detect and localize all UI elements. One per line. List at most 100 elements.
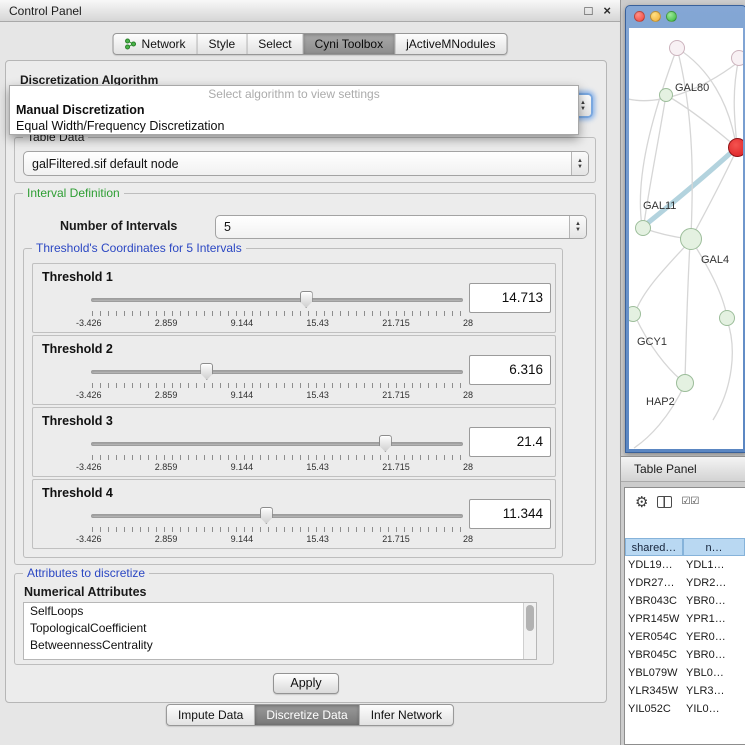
tab-network[interactable]: Network [114,34,198,54]
slider-ticks [92,527,462,532]
close-icon[interactable]: × [603,4,611,17]
table-row[interactable]: YBL079WYBL0… [625,664,745,682]
threshold-4-value-field[interactable]: 11.344 [469,499,551,529]
threshold-4-panel: Threshold 4 -3.4262.8599.14415.4321.7152… [32,479,556,549]
column-header-name[interactable]: n… [683,538,745,556]
slider-thumb[interactable] [260,507,273,524]
slider-scale: -3.4262.8599.14415.4321.71528 [76,390,473,400]
node-label-gcy1: GCY1 [637,336,667,348]
numerical-attributes-list: SelfLoops TopologicalCoefficient Between… [23,602,537,660]
table-row[interactable]: YDR27…YDR2… [625,574,745,592]
network-view-window: GAL80 GAL11 GAL4 GCY1 HAP2 [625,5,745,453]
slider-track[interactable] [91,298,463,302]
network-node[interactable] [719,310,735,326]
slider-scale: -3.4262.8599.14415.4321.71528 [76,534,473,544]
zoom-traffic-light-icon[interactable] [666,11,677,22]
interval-definition-title: Interval Definition [23,186,124,200]
float-window-icon[interactable]: □ [585,4,593,17]
columns-icon[interactable] [657,496,672,508]
threshold-2-slider[interactable]: -3.4262.8599.14415.4321.71528 [91,362,463,402]
list-item[interactable]: TopologicalCoefficient [24,620,536,637]
dropdown-option-equal-width-frequency[interactable]: Equal Width/Frequency Discretization [10,118,578,134]
tab-select[interactable]: Select [247,34,303,54]
slider-ticks [92,383,462,388]
threshold-3-value-field[interactable]: 21.4 [469,427,551,457]
tab-jactivemnodules[interactable]: jActiveMNodules [395,34,506,54]
network-node[interactable] [669,40,685,56]
select-columns-icon[interactable]: ☑☑ [681,497,699,507]
threshold-1-value-field[interactable]: 14.713 [469,283,551,313]
threshold-2-value-field[interactable]: 6.316 [469,355,551,385]
list-item[interactable]: SelfLoops [24,603,536,620]
network-node-gal4[interactable] [680,228,702,250]
right-dock: GAL80 GAL11 GAL4 GCY1 HAP2 Table Panel ⚙… [620,0,745,745]
threshold-3-panel: Threshold 3 -3.4262.8599.14415.4321.7152… [32,407,556,477]
thresholds-group-title: Threshold's Coordinates for 5 Intervals [32,241,246,255]
tab-style[interactable]: Style [198,34,248,54]
tab-infer-network[interactable]: Infer Network [360,705,453,725]
network-node-selected[interactable] [728,138,743,157]
combo-stepper-icon[interactable]: ▲▼ [571,152,588,175]
table-header-row: shared… n… [625,538,745,556]
number-of-intervals-label: Number of Intervals [60,219,177,233]
slider-thumb[interactable] [379,435,392,452]
node-label-hap2: HAP2 [646,396,675,408]
slider-track[interactable] [91,370,463,374]
slider-thumb[interactable] [200,363,213,380]
number-of-intervals-value: 5 [224,220,569,234]
table-panel-title: Table Panel [634,462,697,476]
table-row[interactable]: YIL052CYIL0… [625,700,745,718]
network-canvas[interactable]: GAL80 GAL11 GAL4 GCY1 HAP2 [629,28,743,449]
node-table: shared… n… YDL19…YDL1… YDR27…YDR2… YBR04… [625,538,745,718]
threshold-1-slider[interactable]: -3.4262.8599.14415.4321.71528 [91,290,463,330]
slider-scale: -3.4262.8599.14415.4321.71528 [76,462,473,472]
table-row[interactable]: YBR045CYBR0… [625,646,745,664]
threshold-3-slider[interactable]: -3.4262.8599.14415.4321.71528 [91,434,463,474]
dropdown-option-manual-discretization[interactable]: Manual Discretization [10,102,578,118]
table-data-combobox[interactable]: galFiltered.sif default node ▲▼ [23,151,589,176]
table-row[interactable]: YPR145WYPR1… [625,610,745,628]
numerical-attributes-label: Numerical Attributes [24,585,146,599]
slider-ticks [92,311,462,316]
threshold-1-panel: Threshold 1 -3.4262.8599.14415.4321.7152… [32,263,556,333]
threshold-4-slider[interactable]: -3.4262.8599.14415.4321.71528 [91,506,463,546]
minimize-traffic-light-icon[interactable] [650,11,661,22]
attributes-group-title: Attributes to discretize [23,566,149,580]
apply-button[interactable]: Apply [273,673,339,694]
tab-discretize-data[interactable]: Discretize Data [255,705,359,725]
node-label-gal80: GAL80 [675,82,709,94]
top-tab-bar: Network Style Select Cyni Toolbox jActiv… [113,33,508,55]
slider-track[interactable] [91,514,463,518]
table-row[interactable]: YBR043CYBR0… [625,592,745,610]
settings-gear-icon[interactable]: ⚙ [635,495,648,510]
combo-stepper-icon[interactable]: ▲▼ [569,216,586,238]
table-data-group: Table Data galFiltered.sif default node … [14,137,596,183]
table-panel-titlebar: Table Panel [621,456,745,482]
tab-impute-data[interactable]: Impute Data [167,705,255,725]
threshold-1-label: Threshold 1 [42,270,113,284]
slider-thumb[interactable] [300,291,313,308]
table-row[interactable]: YDL19…YDL1… [625,556,745,574]
slider-track[interactable] [91,442,463,446]
network-node-gal11[interactable] [635,220,651,236]
network-node-gal80[interactable] [659,88,673,102]
table-row[interactable]: YER054CYER0… [625,628,745,646]
number-of-intervals-combobox[interactable]: 5 ▲▼ [215,215,587,239]
bottom-tab-bar: Impute Data Discretize Data Infer Networ… [166,704,454,726]
network-icon [125,38,137,50]
dropdown-prompt: Select algorithm to view settings [10,86,578,102]
scrollbar-thumb[interactable] [526,605,534,631]
screen: Control Panel □ × Network Style Select C… [0,0,745,745]
interval-definition-group: Interval Definition Number of Intervals … [14,193,596,565]
column-header-shared-name[interactable]: shared… [625,538,683,556]
table-row[interactable]: YLR345WYLR3… [625,682,745,700]
close-traffic-light-icon[interactable] [634,11,645,22]
tab-cyni-toolbox[interactable]: Cyni Toolbox [304,34,395,54]
network-node[interactable] [731,50,743,66]
network-node-hap2[interactable] [676,374,694,392]
window-title: Control Panel [9,4,82,18]
threshold-4-label: Threshold 4 [42,486,113,500]
attributes-scrollbar[interactable] [523,603,536,659]
list-item[interactable]: BetweennessCentrality [24,637,536,654]
slider-ticks [92,455,462,460]
